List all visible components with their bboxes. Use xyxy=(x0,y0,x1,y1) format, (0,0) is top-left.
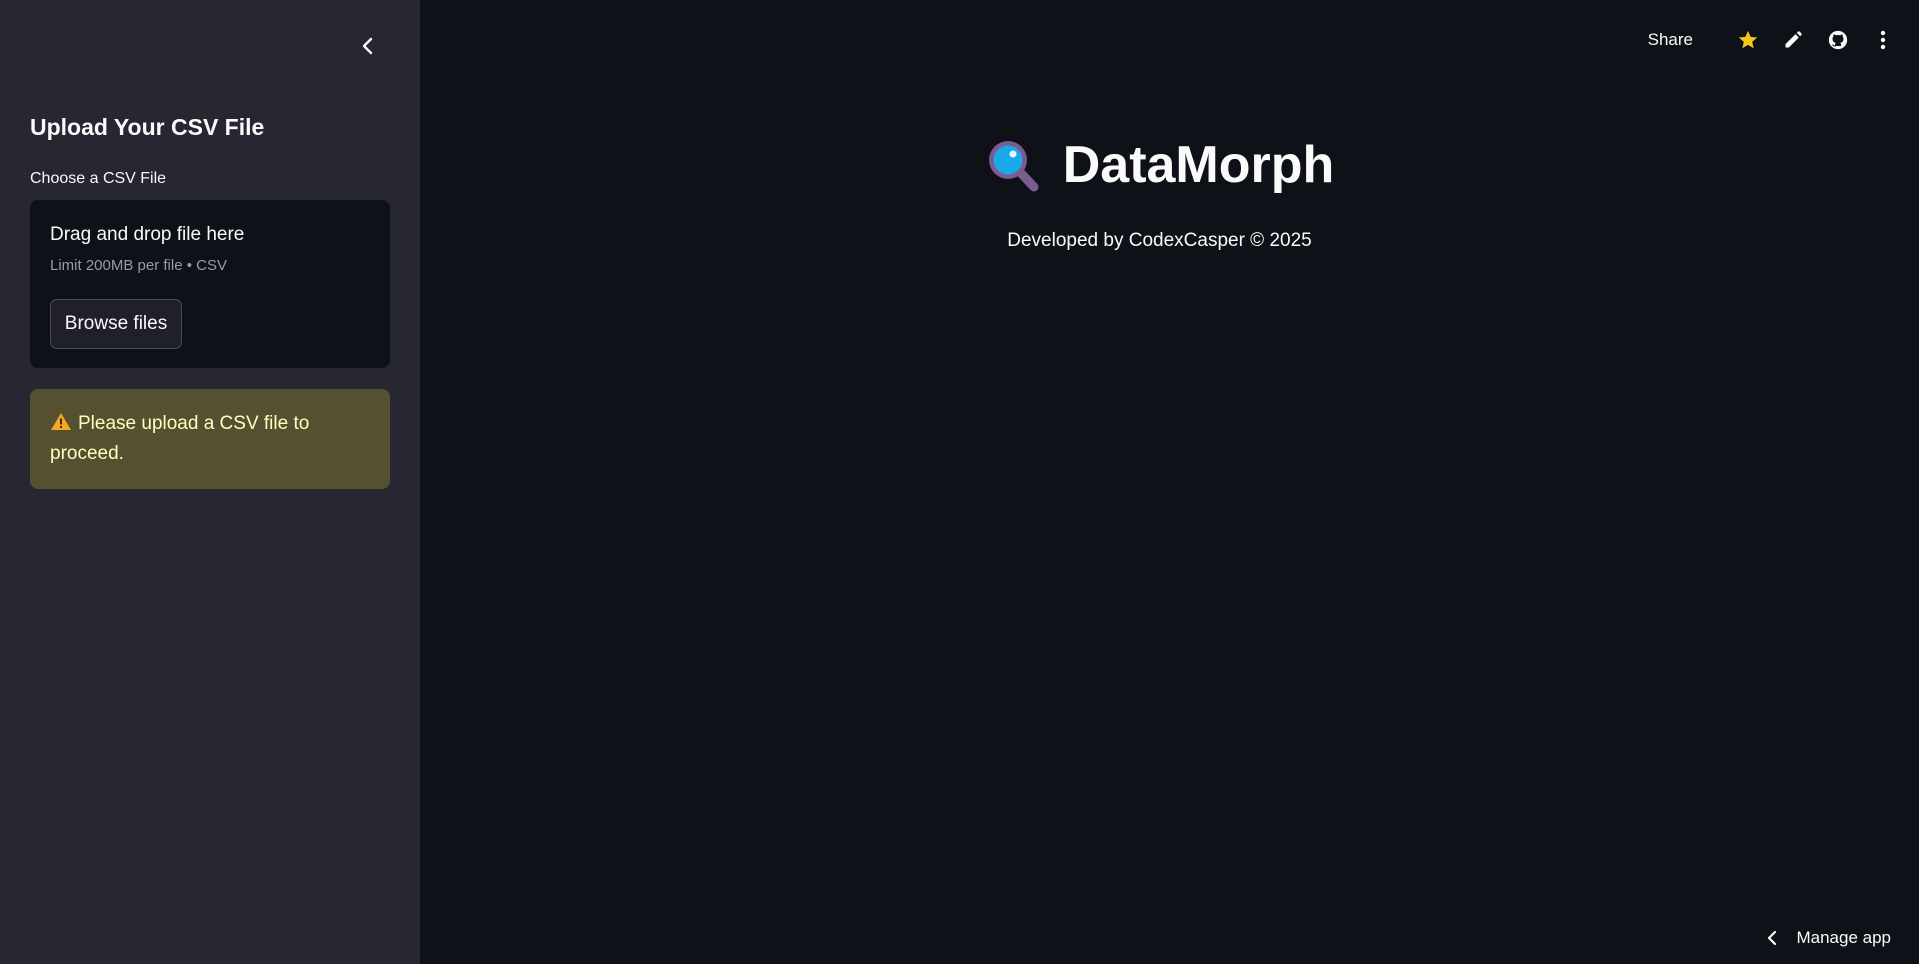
dropzone-title: Drag and drop file here xyxy=(50,224,245,245)
star-icon[interactable] xyxy=(1734,26,1762,54)
manage-app-label: Manage app xyxy=(1796,928,1891,947)
top-toolbar: Share xyxy=(1648,24,1897,56)
page-title: DataMorph xyxy=(1062,136,1335,194)
chevron-left-icon xyxy=(362,37,373,55)
uploader-label: Choose a CSV File xyxy=(30,170,167,187)
kebab-menu-icon[interactable] xyxy=(1869,26,1897,54)
page-title-row: DataMorph xyxy=(420,135,1919,195)
github-icon[interactable] xyxy=(1824,26,1852,54)
chevron-left-icon xyxy=(1768,930,1777,946)
share-button[interactable]: Share xyxy=(1648,30,1693,50)
file-dropzone[interactable]: Drag and drop file here Limit 200MB per … xyxy=(30,200,390,368)
collapse-sidebar-button[interactable] xyxy=(352,30,384,62)
warning-text: Please upload a CSV file to proceed. xyxy=(50,413,310,464)
app-root: Upload Your CSV File Choose a CSV File D… xyxy=(0,0,1919,964)
warning-alert: Please upload a CSV file to proceed. xyxy=(30,389,390,489)
dropzone-limit-text: Limit 200MB per file • CSV xyxy=(50,257,227,274)
warning-icon xyxy=(51,413,71,430)
sidebar-heading: Upload Your CSV File xyxy=(30,114,265,140)
pencil-icon[interactable] xyxy=(1779,26,1807,54)
manage-app-button[interactable]: Manage app xyxy=(1766,928,1891,948)
page-subtitle: Developed by CodexCasper © 2025 xyxy=(1007,230,1312,251)
magnifying-glass-icon xyxy=(988,141,1039,192)
browse-files-button[interactable]: Browse files xyxy=(50,299,182,349)
sidebar: Upload Your CSV File Choose a CSV File D… xyxy=(0,0,420,964)
